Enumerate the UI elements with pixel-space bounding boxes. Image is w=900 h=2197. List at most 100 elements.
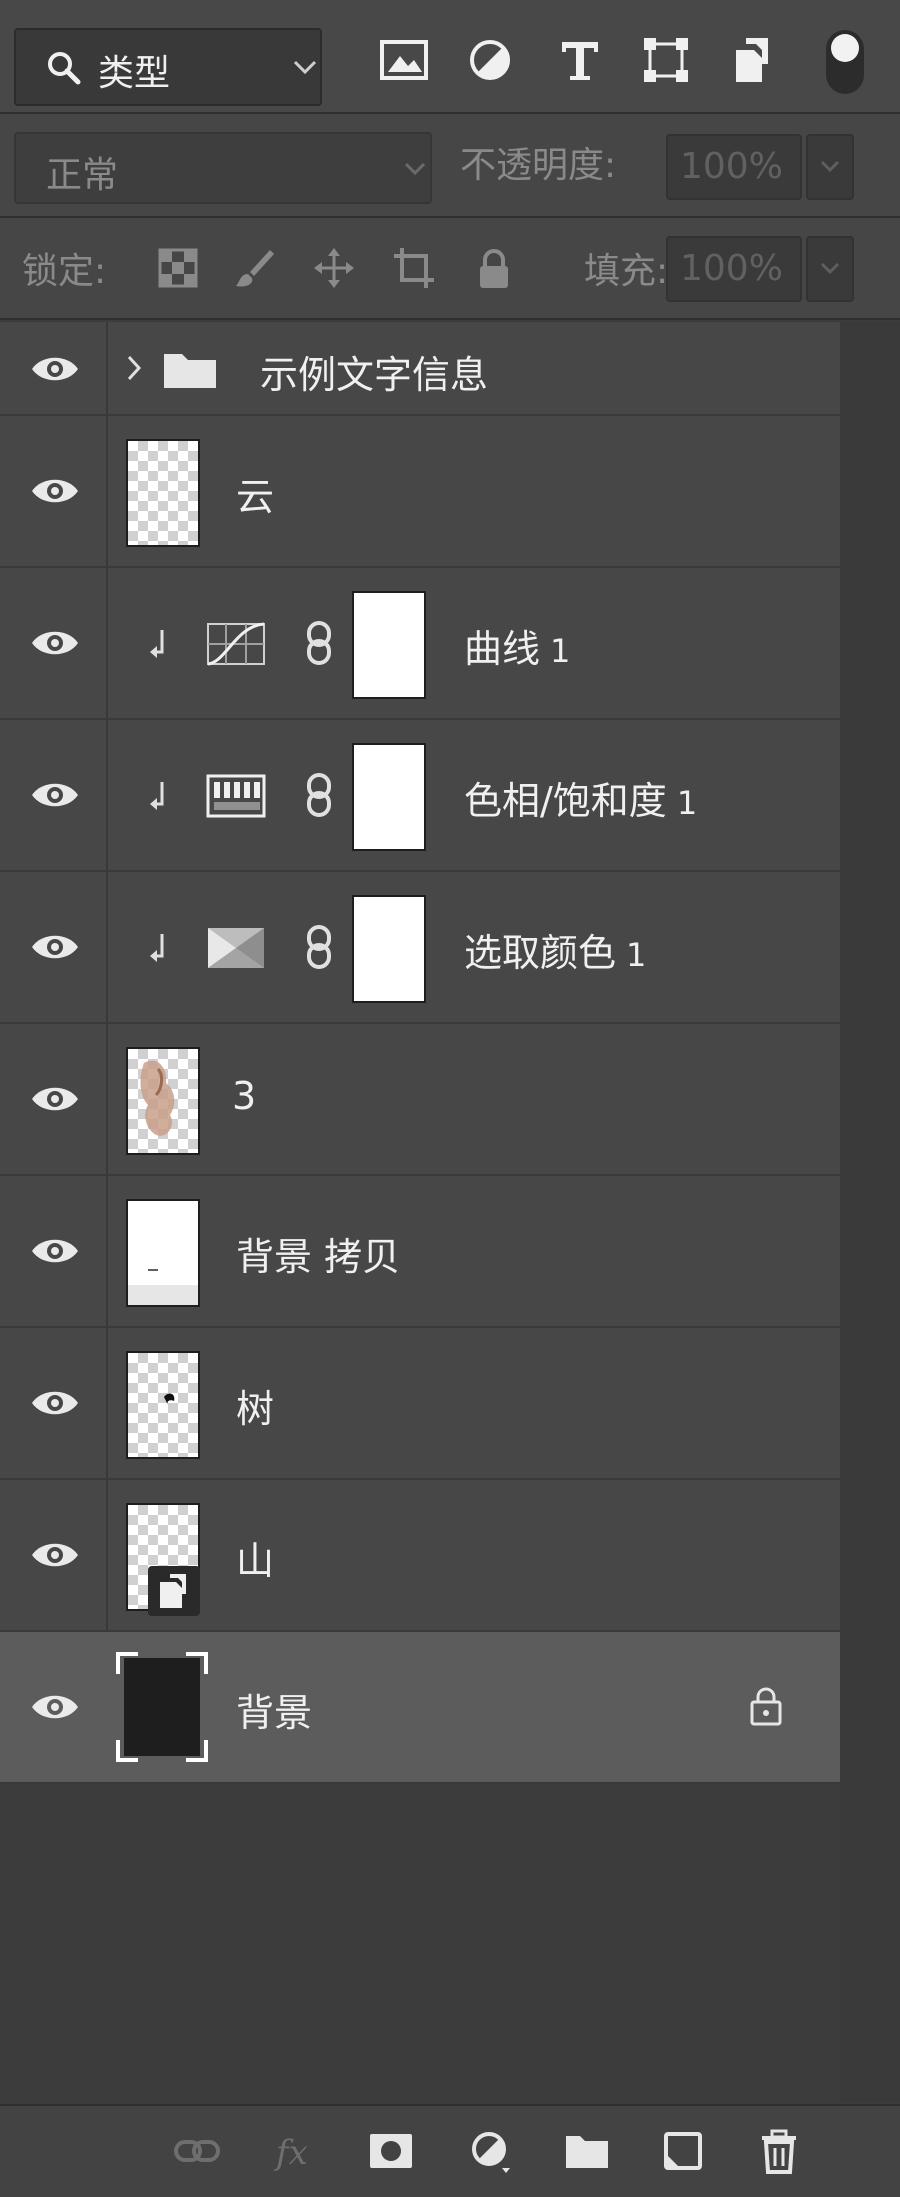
layer-row-group[interactable]: 示例文字信息: [0, 322, 840, 416]
lock-label: 锁定:: [22, 251, 107, 292]
layer-thumbnail: [126, 1351, 200, 1459]
lock-transparent-icon[interactable]: [156, 246, 200, 290]
layers-bottom-bar: fx: [0, 2104, 900, 2197]
type-filter-icon[interactable]: [554, 34, 606, 86]
eye-icon[interactable]: [30, 1082, 80, 1116]
chain-link-icon[interactable]: [304, 924, 334, 970]
new-adjustment-icon[interactable]: [466, 2128, 516, 2174]
lock-paint-icon[interactable]: [232, 246, 276, 290]
chevron-right-icon[interactable]: [126, 354, 142, 382]
layer-row-hue-saturation[interactable]: 色相/饱和度 1: [0, 720, 840, 872]
eye-icon[interactable]: [30, 778, 80, 812]
layer-row-selective-color[interactable]: 选取颜色 1: [0, 872, 840, 1024]
layer-row-cloud[interactable]: 云: [0, 416, 840, 568]
layer-row-mountain[interactable]: 山: [0, 1480, 840, 1632]
opacity-field[interactable]: 100%: [666, 134, 802, 200]
lock-icon[interactable]: [748, 1686, 784, 1726]
visibility-cell[interactable]: [0, 720, 108, 870]
visibility-cell[interactable]: [0, 1176, 108, 1326]
add-mask-icon[interactable]: [366, 2128, 416, 2174]
fx-icon[interactable]: fx: [272, 2128, 322, 2174]
filter-type-select[interactable]: 类型: [14, 28, 322, 106]
layer-name-text: 曲线: [464, 627, 541, 671]
eye-icon[interactable]: [30, 626, 80, 660]
layer-row-3[interactable]: 3: [0, 1024, 840, 1176]
chain-link-icon[interactable]: [304, 620, 334, 666]
layer-name-text: 色相/饱和度: [464, 779, 667, 823]
layers-scrollbar[interactable]: [840, 322, 900, 2102]
adjustment-filter-icon[interactable]: [464, 34, 516, 86]
eye-icon[interactable]: [30, 930, 80, 964]
layer-mask-thumbnail[interactable]: [352, 591, 426, 699]
visibility-cell[interactable]: [0, 1480, 108, 1630]
layer-mask-thumbnail[interactable]: [352, 895, 426, 1003]
fill-value: 100%: [680, 248, 783, 289]
visibility-cell[interactable]: [0, 1632, 106, 1782]
layer-row-background-copy[interactable]: 背景 拷贝: [0, 1176, 840, 1328]
chevron-down-icon: [293, 60, 317, 75]
blend-mode-select[interactable]: 正常: [14, 132, 432, 204]
tree-thumbnail-icon: [164, 1393, 175, 1405]
layer-name: 背景 拷贝: [236, 1235, 401, 1279]
layer-thumbnail: [126, 1047, 200, 1155]
smart-object-filter-icon[interactable]: [728, 34, 780, 86]
layer-name: 选取颜色 1: [464, 922, 646, 977]
blend-opacity-row: 正常 不透明度: 100%: [0, 114, 900, 218]
layer-thumbnail: [126, 439, 200, 547]
lock-artboard-icon[interactable]: [392, 246, 436, 290]
layer-row-curves[interactable]: 曲线 1: [0, 568, 840, 720]
visibility-cell[interactable]: [0, 322, 108, 414]
layer-mask-thumbnail[interactable]: [352, 743, 426, 851]
chain-link-icon[interactable]: [304, 772, 334, 818]
figure-thumbnail-icon: [140, 1060, 175, 1136]
layer-name: 曲线 1: [464, 618, 570, 673]
layer-thumbnail: [116, 1652, 208, 1762]
new-group-icon[interactable]: [562, 2128, 612, 2174]
layer-row-tree[interactable]: 树: [0, 1328, 840, 1480]
layer-name: 云: [236, 475, 275, 519]
eye-icon[interactable]: [30, 1690, 80, 1724]
eye-icon[interactable]: [30, 474, 80, 508]
opacity-value: 100%: [680, 146, 783, 187]
visibility-cell[interactable]: [0, 1328, 108, 1478]
layer-name: 色相/饱和度 1: [464, 770, 697, 825]
layer-number: 1: [550, 632, 571, 670]
visibility-cell[interactable]: [0, 416, 108, 566]
link-layers-icon[interactable]: [172, 2128, 222, 2174]
curves-adjustment-icon: [207, 622, 265, 666]
layer-name: 山: [236, 1539, 275, 1583]
filter-toggle[interactable]: [826, 30, 864, 94]
visibility-cell[interactable]: [0, 568, 108, 718]
eye-icon[interactable]: [30, 1234, 80, 1268]
opacity-dropdown[interactable]: [806, 134, 854, 200]
thumbnail-detail: [128, 1269, 198, 1305]
clipping-mask-icon: [150, 934, 164, 962]
layer-row-background[interactable]: 背景: [0, 1632, 840, 1784]
new-layer-icon[interactable]: [658, 2128, 708, 2174]
fill-dropdown[interactable]: [806, 236, 854, 302]
delete-icon[interactable]: [754, 2128, 804, 2174]
eye-icon[interactable]: [30, 1386, 80, 1420]
visibility-cell[interactable]: [0, 872, 108, 1022]
lock-move-icon[interactable]: [312, 246, 356, 290]
visibility-cell[interactable]: [0, 1024, 108, 1174]
clipping-mask-icon: [150, 782, 164, 810]
image-filter-icon[interactable]: [378, 34, 430, 86]
shape-filter-icon[interactable]: [640, 34, 692, 86]
eye-icon[interactable]: [30, 1538, 80, 1572]
smart-object-badge-icon: [148, 1566, 200, 1616]
clipping-mask-icon: [150, 630, 164, 658]
chevron-down-icon: [820, 160, 840, 173]
chevron-down-icon: [404, 162, 426, 176]
layer-number: 1: [626, 936, 647, 974]
eye-icon[interactable]: [30, 352, 80, 386]
layer-thumbnail: [126, 1199, 200, 1307]
layer-name: 3: [232, 1074, 257, 1118]
search-icon: [48, 52, 81, 85]
filter-type-label: 类型: [98, 53, 171, 94]
fill-field[interactable]: 100%: [666, 236, 802, 302]
filter-toggle-knob: [831, 34, 859, 62]
lock-all-icon[interactable]: [472, 246, 516, 290]
layer-name-text: 选取颜色: [464, 931, 617, 975]
layer-number: 1: [676, 784, 698, 822]
